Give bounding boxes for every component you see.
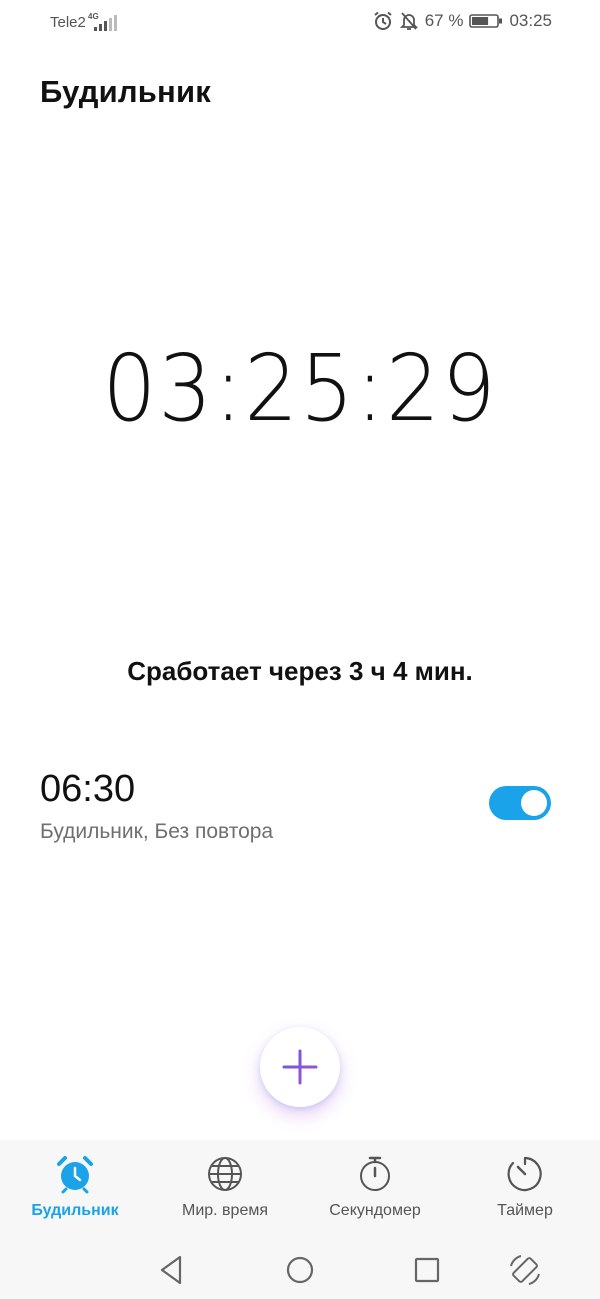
- status-time: 03:25: [509, 11, 552, 30]
- alarm-clock-icon: [57, 1156, 93, 1194]
- rotate-icon[interactable]: [507, 1252, 543, 1288]
- tab-stopwatch-label: Секундомер: [329, 1202, 421, 1219]
- tab-world-clock[interactable]: Мир. время: [150, 1154, 300, 1220]
- stopwatch-icon: [360, 1156, 390, 1191]
- plus-icon: [282, 1049, 318, 1085]
- toggle-knob: [521, 790, 547, 816]
- alarm-time: 06:30: [40, 768, 136, 810]
- carrier-name: Tele2: [50, 14, 86, 31]
- alarm-icon: [374, 11, 392, 30]
- tab-world-clock-label: Мир. время: [181, 1202, 268, 1219]
- tab-alarm-label: Будильник: [31, 1202, 119, 1219]
- status-bar: Tele2 4G 67 % 03:25: [0, 0, 600, 46]
- tab-stopwatch[interactable]: Секундомер: [300, 1154, 450, 1220]
- timer-icon: [507, 1156, 542, 1192]
- alarm-list-item[interactable]: 06:30 Будильник, Без повтора: [0, 760, 600, 860]
- battery-icon: [469, 14, 503, 28]
- tab-timer-label: Таймер: [497, 1202, 553, 1219]
- home-icon[interactable]: [282, 1252, 318, 1288]
- system-navigation-bar: [0, 1242, 600, 1299]
- globe-icon: [208, 1157, 242, 1191]
- next-alarm-countdown: Сработает через 3 ч 4 мин.: [127, 656, 473, 686]
- alarm-toggle[interactable]: [489, 786, 551, 820]
- add-alarm-button[interactable]: [260, 1027, 340, 1107]
- recents-icon[interactable]: [409, 1252, 445, 1288]
- back-icon[interactable]: [154, 1252, 190, 1288]
- tab-alarm[interactable]: Будильник: [0, 1154, 150, 1220]
- battery-percent: 67 %: [424, 11, 464, 30]
- status-indicators: 67 % 03:25: [373, 11, 552, 31]
- bell-off-icon: [399, 12, 418, 30]
- alarm-description: Будильник, Без повтора: [40, 820, 274, 843]
- tab-timer[interactable]: Таймер: [450, 1154, 600, 1220]
- bottom-navigation: Будильник Мир. время Секундомер Таймер: [0, 1140, 600, 1242]
- current-time-clock: 03:25:29: [102, 335, 498, 442]
- signal-icon: [94, 15, 117, 31]
- page-title: Будильник: [40, 74, 211, 109]
